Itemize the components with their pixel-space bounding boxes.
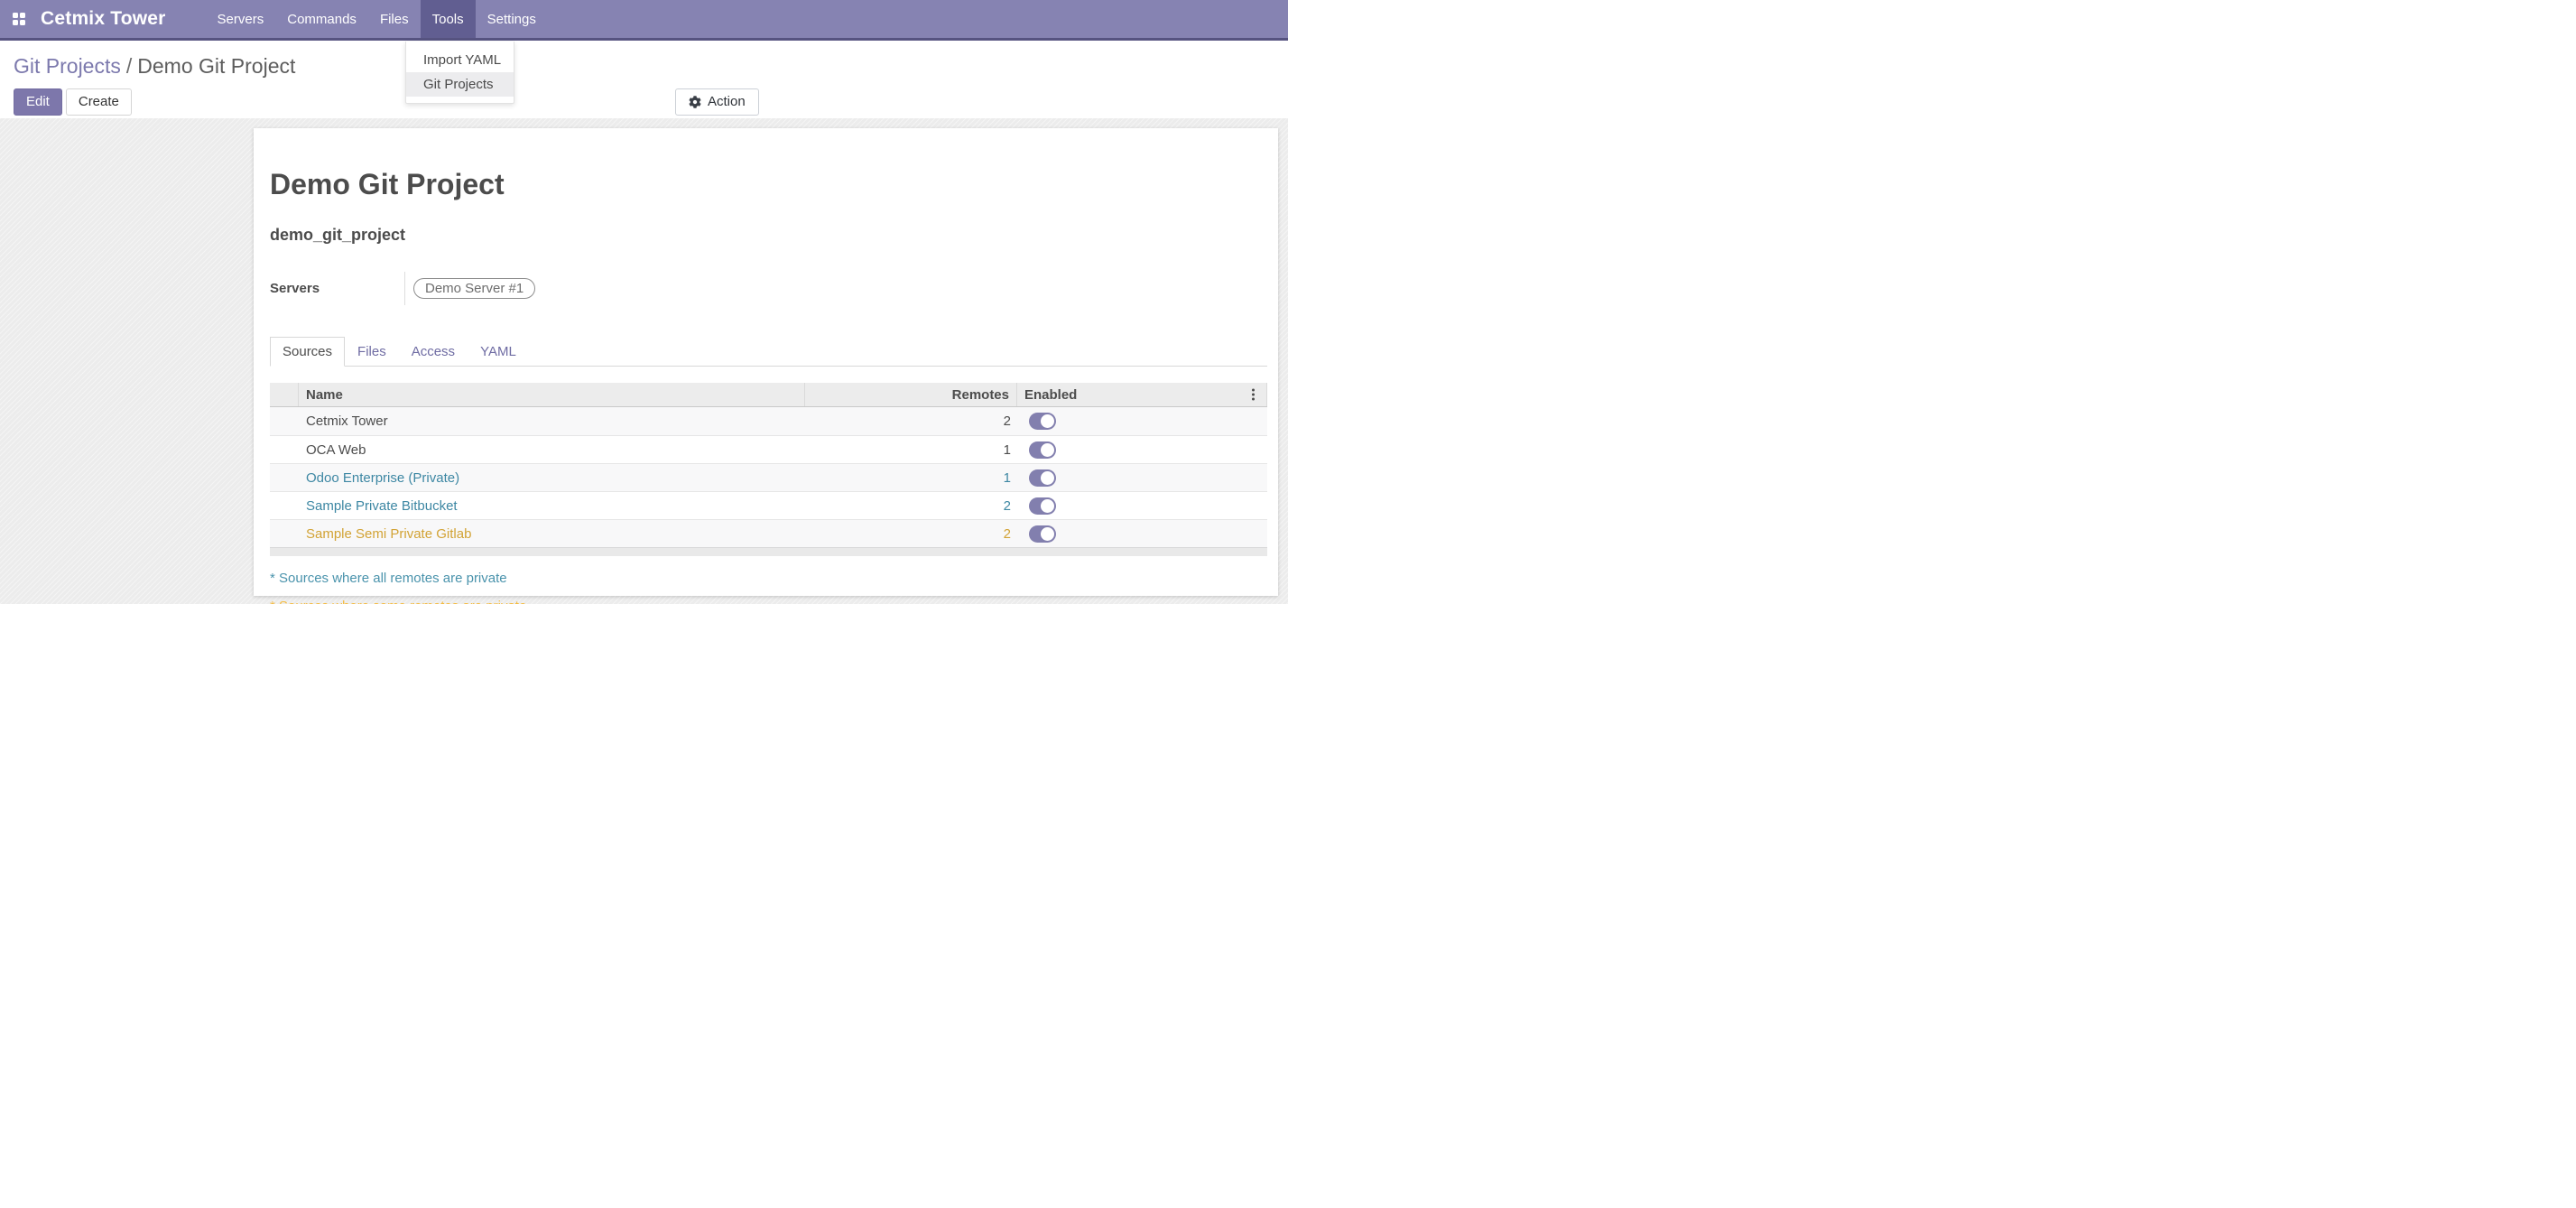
enabled-cell (1017, 525, 1267, 543)
sources-list: Name Remotes Enabled Cetmix Tower2OCA We… (270, 383, 1267, 556)
remotes-count-cell: 1 (805, 442, 1017, 458)
servers-field-row: Servers Demo Server #1 (270, 272, 1267, 305)
form-sheet: Demo Git Project demo_git_project Server… (254, 128, 1278, 596)
source-name-cell[interactable]: Cetmix Tower (299, 414, 805, 429)
remotes-count-cell: 2 (805, 498, 1017, 514)
server-tag: Demo Server #1 (413, 278, 535, 299)
tools-dropdown-menu: Import YAMLGit Projects (405, 42, 514, 104)
breadcrumb: Git Projects/Demo Git Project (14, 54, 295, 79)
enabled-cell (1017, 413, 1267, 430)
column-selector[interactable] (270, 383, 299, 406)
nav-item-files[interactable]: Files (368, 0, 421, 38)
list-footer (270, 547, 1267, 556)
main-menu: ServersCommandsFilesToolsSettings (206, 0, 548, 38)
table-row[interactable]: Cetmix Tower2 (270, 407, 1267, 435)
menu-item-import-yaml[interactable]: Import YAML (406, 48, 514, 72)
action-button-label: Action (708, 94, 746, 110)
nav-item-commands[interactable]: Commands (275, 0, 368, 38)
enabled-toggle[interactable] (1029, 497, 1056, 515)
gear-icon (689, 96, 701, 108)
breadcrumb-separator: / (121, 54, 137, 78)
enabled-cell (1017, 497, 1267, 515)
servers-field-value: Demo Server #1 (404, 272, 535, 305)
tab-files[interactable]: Files (345, 337, 399, 367)
source-name-cell[interactable]: Sample Semi Private Gitlab (299, 526, 805, 542)
enabled-cell (1017, 469, 1267, 487)
record-title: Demo Git Project (270, 168, 1267, 201)
nav-item-tools[interactable]: Tools (421, 0, 476, 38)
app-window: Cetmix Tower ServersCommandsFilesToolsSe… (0, 0, 1288, 604)
legend-all-private: * Sources where all remotes are private (270, 571, 1267, 586)
table-row[interactable]: OCA Web1 (270, 435, 1267, 463)
breadcrumb-current: Demo Git Project (137, 54, 295, 78)
column-remotes[interactable]: Remotes (805, 383, 1017, 406)
breadcrumb-parent-link[interactable]: Git Projects (14, 54, 121, 78)
column-enabled[interactable]: Enabled (1017, 383, 1267, 406)
remotes-count-cell: 2 (805, 526, 1017, 542)
create-button[interactable]: Create (66, 88, 132, 116)
enabled-toggle[interactable] (1029, 441, 1056, 459)
servers-field-label: Servers (270, 281, 404, 296)
tab-yaml[interactable]: YAML (468, 337, 529, 367)
action-button[interactable]: Action (675, 88, 759, 116)
enabled-toggle[interactable] (1029, 525, 1056, 543)
source-name-cell[interactable]: Sample Private Bitbucket (299, 498, 805, 514)
notebook-tabs: SourcesFilesAccessYAML (270, 336, 1267, 367)
edit-button[interactable]: Edit (14, 88, 62, 116)
column-name[interactable]: Name (299, 383, 805, 406)
nav-item-servers[interactable]: Servers (206, 0, 276, 38)
table-row[interactable]: Odoo Enterprise (Private)1 (270, 463, 1267, 491)
control-panel: Git Projects/Demo Git Project Edit Creat… (0, 43, 1288, 118)
enabled-toggle[interactable] (1029, 413, 1056, 430)
optional-columns-icon[interactable] (1245, 389, 1262, 401)
source-name-cell[interactable]: Odoo Enterprise (Private) (299, 470, 805, 486)
remotes-count-cell: 1 (805, 470, 1017, 486)
record-technical-name: demo_git_project (270, 226, 1267, 245)
nav-item-settings[interactable]: Settings (476, 0, 548, 38)
table-row[interactable]: Sample Private Bitbucket2 (270, 491, 1267, 519)
top-navbar: Cetmix Tower ServersCommandsFilesToolsSe… (0, 0, 1288, 41)
remotes-count-cell: 2 (805, 414, 1017, 429)
source-name-cell[interactable]: OCA Web (299, 442, 805, 458)
tab-sources[interactable]: Sources (270, 337, 345, 367)
table-row[interactable]: Sample Semi Private Gitlab2 (270, 519, 1267, 547)
tab-access[interactable]: Access (399, 337, 468, 367)
enabled-toggle[interactable] (1029, 469, 1056, 487)
privacy-legend: * Sources where all remotes are private *… (270, 571, 1267, 604)
menu-item-git-projects[interactable]: Git Projects (406, 72, 514, 97)
list-header: Name Remotes Enabled (270, 383, 1267, 407)
apps-grid-icon[interactable] (13, 13, 26, 26)
brand-title[interactable]: Cetmix Tower (41, 8, 166, 30)
legend-some-private: * Sources where some remotes are private (270, 599, 1267, 604)
enabled-cell (1017, 441, 1267, 459)
